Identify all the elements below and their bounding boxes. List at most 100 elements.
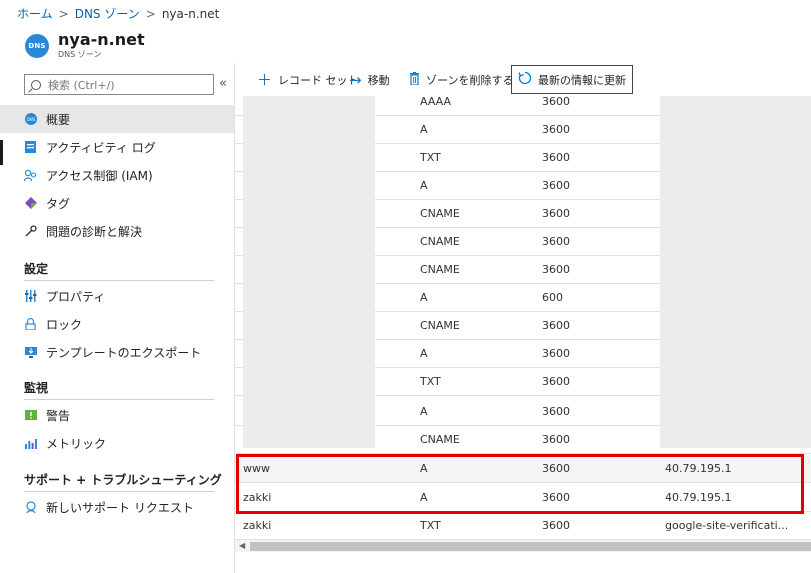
- record-type: A: [420, 347, 428, 360]
- record-ttl: 3600: [542, 375, 570, 388]
- sidebar-item-alerts[interactable]: 警告: [0, 401, 234, 429]
- record-type: CNAME: [420, 207, 460, 220]
- record-ttl: 3600: [542, 207, 570, 220]
- sidebar-item-tags[interactable]: タグ: [0, 189, 234, 217]
- move-label: 移動: [367, 74, 390, 87]
- record-type: A: [420, 179, 428, 192]
- sidebar-item-overview[interactable]: DNS 概要: [0, 105, 234, 133]
- breadcrumb-separator: >: [58, 6, 69, 21]
- record-type: CNAME: [420, 319, 460, 332]
- sidebar-item-label: ロック: [46, 317, 83, 332]
- section-divider: [24, 280, 214, 281]
- arrow-right-icon: →: [349, 70, 362, 89]
- record-type: AAAA: [420, 95, 452, 108]
- breadcrumb-dns-zones-link[interactable]: DNS ゾーン: [75, 5, 140, 22]
- sidebar-item-label: タグ: [46, 196, 71, 211]
- breadcrumb: ホーム > DNS ゾーン > nya-n.net: [0, 0, 811, 27]
- add-record-set-label: レコード セット: [278, 74, 359, 87]
- trash-icon: [409, 72, 420, 88]
- search-icon: [31, 79, 41, 90]
- svg-text:DNS: DNS: [26, 117, 35, 122]
- record-type: A: [420, 123, 428, 136]
- delete-zone-label: ゾーンを削除する: [426, 74, 514, 87]
- record-ttl: 3600: [542, 433, 570, 446]
- window-edge-marker: [0, 140, 3, 165]
- breadcrumb-separator: >: [145, 6, 156, 21]
- search-placeholder: 検索 (Ctrl+/): [48, 78, 115, 92]
- metrics-icon: [24, 437, 37, 450]
- record-ttl: 3600: [542, 319, 570, 332]
- sidebar-item-label: テンプレートのエクスポート: [46, 345, 202, 360]
- record-ttl: 3600: [542, 123, 570, 136]
- highlight-annotation-box: [236, 454, 804, 514]
- sidebar-item-properties[interactable]: プロパティ: [0, 282, 234, 310]
- sidebar-item-export-template[interactable]: テンプレートのエクスポート: [0, 338, 234, 366]
- sidebar-item-label: 新しいサポート リクエスト: [46, 500, 194, 515]
- export-template-icon: [24, 346, 37, 359]
- horizontal-scrollbar[interactable]: ◀: [235, 540, 811, 552]
- record-ttl: 3600: [542, 405, 570, 418]
- resource-header: DNS nya-n.net DNS ゾーン: [0, 27, 811, 63]
- sidebar-item-lock[interactable]: ロック: [0, 310, 234, 338]
- page-title: nya-n.net: [58, 30, 145, 49]
- record-ttl: 3600: [542, 179, 570, 192]
- plus-icon: ＋: [257, 70, 273, 89]
- record-type: CNAME: [420, 433, 460, 446]
- table-row[interactable]: zakki TXT 3600 google-site-verificati...: [235, 512, 811, 540]
- record-type: CNAME: [420, 263, 460, 276]
- alert-icon: [24, 409, 37, 422]
- section-divider: [24, 491, 214, 492]
- record-type: TXT: [420, 375, 441, 388]
- activity-log-icon: [24, 141, 37, 154]
- people-icon: [24, 169, 37, 182]
- redacted-name-column: [243, 96, 375, 448]
- sidebar-item-access-control[interactable]: アクセス制御 (IAM): [0, 161, 234, 189]
- record-ttl: 3600: [542, 263, 570, 276]
- redacted-value-column: [660, 96, 811, 448]
- dns-zone-icon: DNS: [25, 34, 49, 58]
- section-heading-settings: 設定: [24, 262, 49, 276]
- breadcrumb-current: nya-n.net: [161, 6, 220, 21]
- record-name: zakki: [243, 519, 272, 532]
- dns-overview-icon: DNS: [24, 113, 37, 126]
- record-ttl: 3600: [542, 519, 570, 532]
- sidebar-item-label: アクセス制御 (IAM): [46, 168, 153, 183]
- record-ttl: 3600: [542, 95, 570, 108]
- record-value: google-site-verificati...: [665, 519, 789, 532]
- sidebar-item-diagnose[interactable]: 問題の診断と解決: [0, 217, 234, 245]
- sidebar-item-label: アクティビティ ログ: [46, 140, 156, 155]
- collapse-sidebar-button[interactable]: «: [219, 76, 227, 91]
- section-heading-support: サポート + トラブルシューティング: [24, 473, 222, 487]
- azure-portal-dns-zone: ホーム > DNS ゾーン > nya-n.net DNS nya-n.net …: [0, 0, 811, 573]
- sidebar-item-label: 概要: [46, 112, 71, 127]
- record-ttl: 600: [542, 291, 563, 304]
- sidebar-item-activity-log[interactable]: アクティビティ ログ: [0, 133, 234, 161]
- sidebar-item-metrics[interactable]: メトリック: [0, 429, 234, 457]
- sidebar-search-input[interactable]: 検索 (Ctrl+/): [24, 74, 214, 95]
- record-type: CNAME: [420, 235, 460, 248]
- page-subtitle: DNS ゾーン: [58, 50, 102, 59]
- scrollbar-thumb[interactable]: [250, 542, 811, 551]
- section-divider: [24, 399, 214, 400]
- record-ttl: 3600: [542, 151, 570, 164]
- refresh-icon: [518, 71, 532, 88]
- refresh-label: 最新の情報に更新: [538, 73, 626, 87]
- sidebar-item-label: プロパティ: [46, 289, 106, 304]
- sidebar: 検索 (Ctrl+/) « DNS 概要 アクティビティ ログ アクセス制御 (…: [0, 63, 235, 573]
- sidebar-item-label: 警告: [46, 408, 71, 423]
- scroll-left-icon[interactable]: ◀: [239, 541, 245, 550]
- sidebar-item-label: メトリック: [46, 436, 107, 451]
- properties-icon: [24, 290, 37, 303]
- record-type: A: [420, 291, 428, 304]
- sidebar-item-label: 問題の診断と解決: [46, 224, 143, 239]
- record-ttl: 3600: [542, 235, 570, 248]
- sidebar-item-new-support-request[interactable]: 新しいサポート リクエスト: [0, 493, 234, 521]
- wrench-icon: [24, 225, 37, 238]
- lock-icon: [24, 318, 37, 331]
- section-heading-monitoring: 監視: [24, 381, 49, 395]
- record-ttl: 3600: [542, 347, 570, 360]
- breadcrumb-home-link[interactable]: ホーム: [17, 5, 53, 22]
- support-icon: [24, 500, 37, 514]
- record-type: TXT: [420, 151, 441, 164]
- record-type: TXT: [420, 519, 441, 532]
